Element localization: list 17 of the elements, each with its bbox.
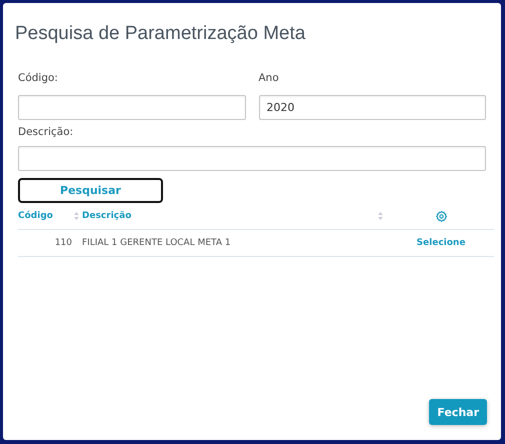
input-field[interactable] bbox=[18, 146, 486, 171]
table-cell-text: 110 bbox=[54, 238, 73, 248]
sort-icon[interactable] bbox=[378, 212, 383, 220]
settings-icon[interactable] bbox=[436, 210, 446, 222]
dialog-title: Pesquisa de Parametrização Meta bbox=[15, 23, 306, 45]
column-header[interactable]: Descrição bbox=[82, 211, 132, 221]
field-label: Descrição: bbox=[18, 126, 74, 140]
field-label: Ano bbox=[258, 72, 280, 86]
close-button[interactable]: Fechar bbox=[429, 399, 487, 425]
field-label: Código: bbox=[18, 72, 59, 86]
column-header[interactable]: Código bbox=[18, 211, 53, 221]
table-cell-text: FILIAL 1 GERENTE LOCAL META 1 bbox=[82, 238, 232, 248]
select-link[interactable]: Selecione bbox=[416, 238, 466, 248]
input-field[interactable]: 2020 bbox=[258, 95, 486, 120]
search-button[interactable]: Pesquisar bbox=[18, 178, 163, 203]
input-field[interactable] bbox=[18, 95, 246, 120]
sort-icon[interactable] bbox=[74, 212, 79, 220]
